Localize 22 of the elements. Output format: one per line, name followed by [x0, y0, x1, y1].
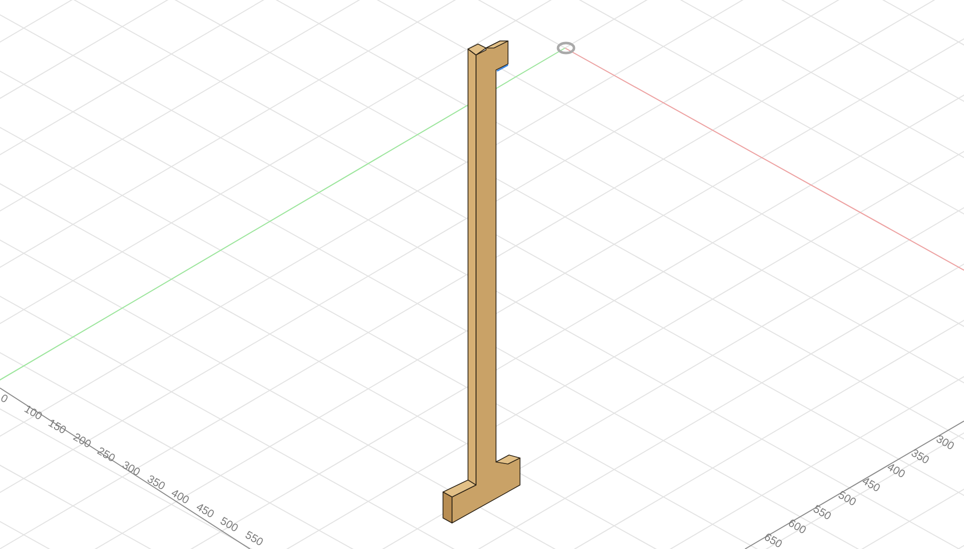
- ruler-tick-label: 500: [836, 489, 858, 509]
- ruler-tick-label: 600: [786, 517, 808, 537]
- ruler-tick-label: 400: [884, 461, 907, 481]
- ruler-tick-label: 550: [243, 529, 265, 549]
- ruler-tick-label: 100: [22, 403, 44, 423]
- ruler-tick-label: 300: [120, 459, 142, 479]
- ruler-tick-label: 350: [909, 447, 932, 467]
- ruler-tick-label: 450: [194, 501, 216, 521]
- ruler-tick-label: 300: [934, 433, 956, 453]
- wooden-board-drawing[interactable]: [442, 40, 520, 524]
- ruler-tick-label: 550: [811, 503, 833, 523]
- origin-marker-icon: [556, 42, 576, 54]
- ruler-tick-label: 150: [46, 417, 68, 437]
- ruler-tick-label: 200: [70, 431, 93, 451]
- 3d-viewport[interactable]: 0 100 150 200 250 300 350 400 450 500 550 300 350 400 450 500 550 600 650: [0, 0, 964, 549]
- ruler-tick-label: 650: [762, 531, 784, 549]
- ruler-tick-label: 450: [860, 475, 882, 495]
- ruler-tick-label: 250: [95, 445, 118, 465]
- ruler-tick-label: 500: [218, 515, 240, 535]
- ruler-tick-label: 0: [0, 392, 10, 406]
- ruler-tick-label: 350: [144, 473, 167, 493]
- ruler-tick-label: 400: [169, 487, 192, 507]
